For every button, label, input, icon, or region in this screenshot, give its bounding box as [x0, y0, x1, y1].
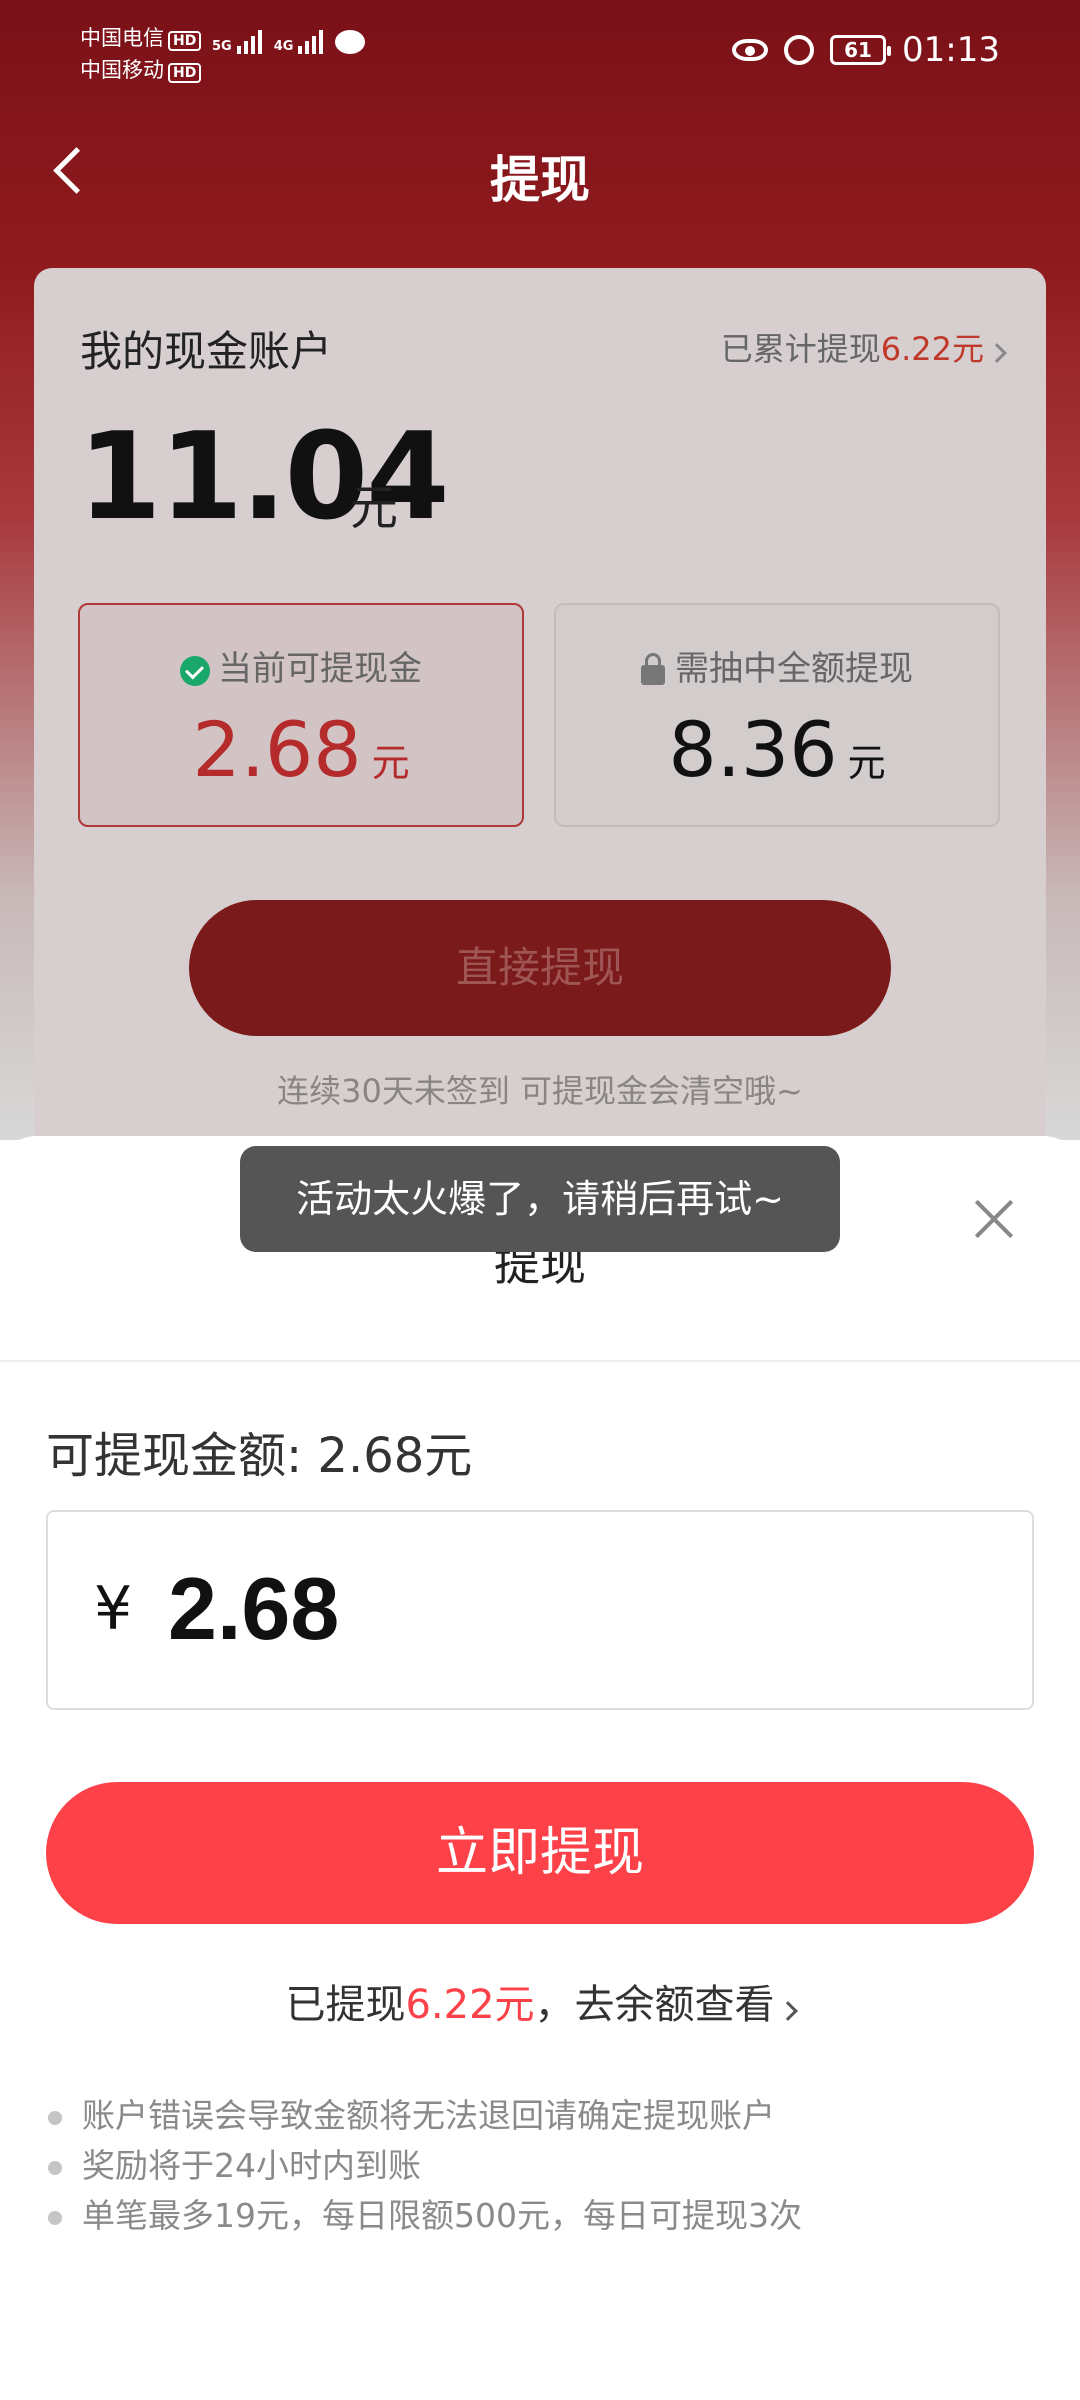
direct-withdraw-button[interactable]: 直接提现: [189, 900, 891, 1036]
chevron-right-icon: [987, 343, 1007, 363]
available-label: 当前可提现金: [218, 649, 422, 689]
available-cash-box[interactable]: 当前可提现金 2.68 元: [78, 603, 524, 827]
locked-label: 需抽中全额提现: [675, 649, 913, 689]
total-withdrawn-value: 6.22元: [880, 330, 984, 368]
hd-badge: HD: [168, 63, 202, 83]
rules-list: 账户错误会导致金额将无法退回请确定提现账户 奖励将于24小时内到账 单笔最多19…: [46, 2091, 802, 2241]
battery-icon: 61: [830, 35, 892, 65]
page-title: 提现: [490, 151, 590, 209]
available-value: 2.68: [192, 705, 362, 794]
locked-label-row: 需抽中全额提现: [556, 641, 998, 690]
withdraw-now-button[interactable]: 立即提现: [46, 1782, 1034, 1924]
withdraw-sheet: 提现 可提现金额: 2.68元 ¥ 立即提现 已提现6.22元，去余额查看 账户…: [0, 1136, 1080, 2400]
lock-icon: [641, 652, 665, 685]
clock: 01:13: [902, 30, 1000, 70]
account-balance-unit: 元: [350, 480, 399, 536]
carrier-2: 中国移动: [80, 58, 164, 82]
status-bar: 中国电信 HD 中国移动 HD 5G 4G 61 01:13: [0, 0, 1080, 110]
sign-in-tip: 连续30天未签到 可提现金会清空哦~: [277, 1072, 803, 1110]
carrier-1: 中国电信: [80, 26, 164, 50]
amount-field[interactable]: ¥: [46, 1510, 1034, 1710]
locked-value: 8.36: [668, 705, 838, 794]
check-circle-icon: [180, 655, 210, 686]
chevron-right-icon: [777, 2001, 798, 2021]
message-icon: [335, 30, 366, 54]
divider: [0, 1360, 1080, 1362]
total-withdrawn-label: 已累计提现: [720, 330, 881, 368]
currency-symbol: ¥: [94, 1574, 133, 1644]
list-item: 账户错误会导致金额将无法退回请确定提现账户: [46, 2091, 802, 2141]
locked-unit: 元: [847, 741, 886, 785]
list-item: 奖励将于24小时内到账: [46, 2141, 802, 2191]
cash-account-card: 我的现金账户 已累计提现6.22元 11.04 元 当前可提现金 2.68 元 需…: [34, 268, 1046, 1140]
amount-input[interactable]: [168, 1554, 988, 1664]
withdrawn-prefix: 已提现: [285, 1982, 406, 2028]
account-title: 我的现金账户: [80, 327, 333, 376]
signal-4g-icon: 4G: [274, 30, 324, 54]
close-icon[interactable]: [962, 1186, 1028, 1252]
nav-bar: 提现: [0, 110, 1080, 240]
locked-amount: 8.36 元: [556, 705, 998, 794]
toast-message: 活动太火爆了，请稍后再试~: [240, 1146, 840, 1252]
eye-icon: [732, 39, 769, 61]
status-right: 61 01:13: [732, 30, 1000, 70]
background-page: 中国电信HD 中国移动HD 5G 4G 61 01:13 提现 我的现金账户: [0, 0, 1080, 1140]
available-amount-text: 可提现金额: 2.68元: [46, 1428, 473, 1484]
withdrawn-value: 6.22元: [405, 1982, 535, 2028]
available-unit: 元: [371, 741, 410, 785]
alarm-icon: [784, 35, 815, 65]
total-withdrawn-link[interactable]: 已累计提现6.22元: [720, 324, 1007, 370]
available-amount: 2.68 元: [80, 705, 522, 794]
available-label-row: 当前可提现金: [80, 641, 522, 690]
view-balance-link[interactable]: 已提现6.22元，去余额查看: [0, 1972, 1080, 2030]
hd-badge: HD: [168, 31, 202, 51]
locked-cash-box[interactable]: 需抽中全额提现 8.36 元: [554, 603, 1000, 827]
carrier-info: 中国电信 HD 中国移动 HD: [80, 22, 202, 86]
signal-5g-icon: 5G: [212, 30, 262, 54]
withdrawn-suffix: ，去余额查看: [534, 1982, 775, 2028]
list-item: 单笔最多19元，每日限额500元，每日可提现3次: [46, 2191, 802, 2241]
signal-indicators: 5G 4G: [212, 30, 366, 54]
